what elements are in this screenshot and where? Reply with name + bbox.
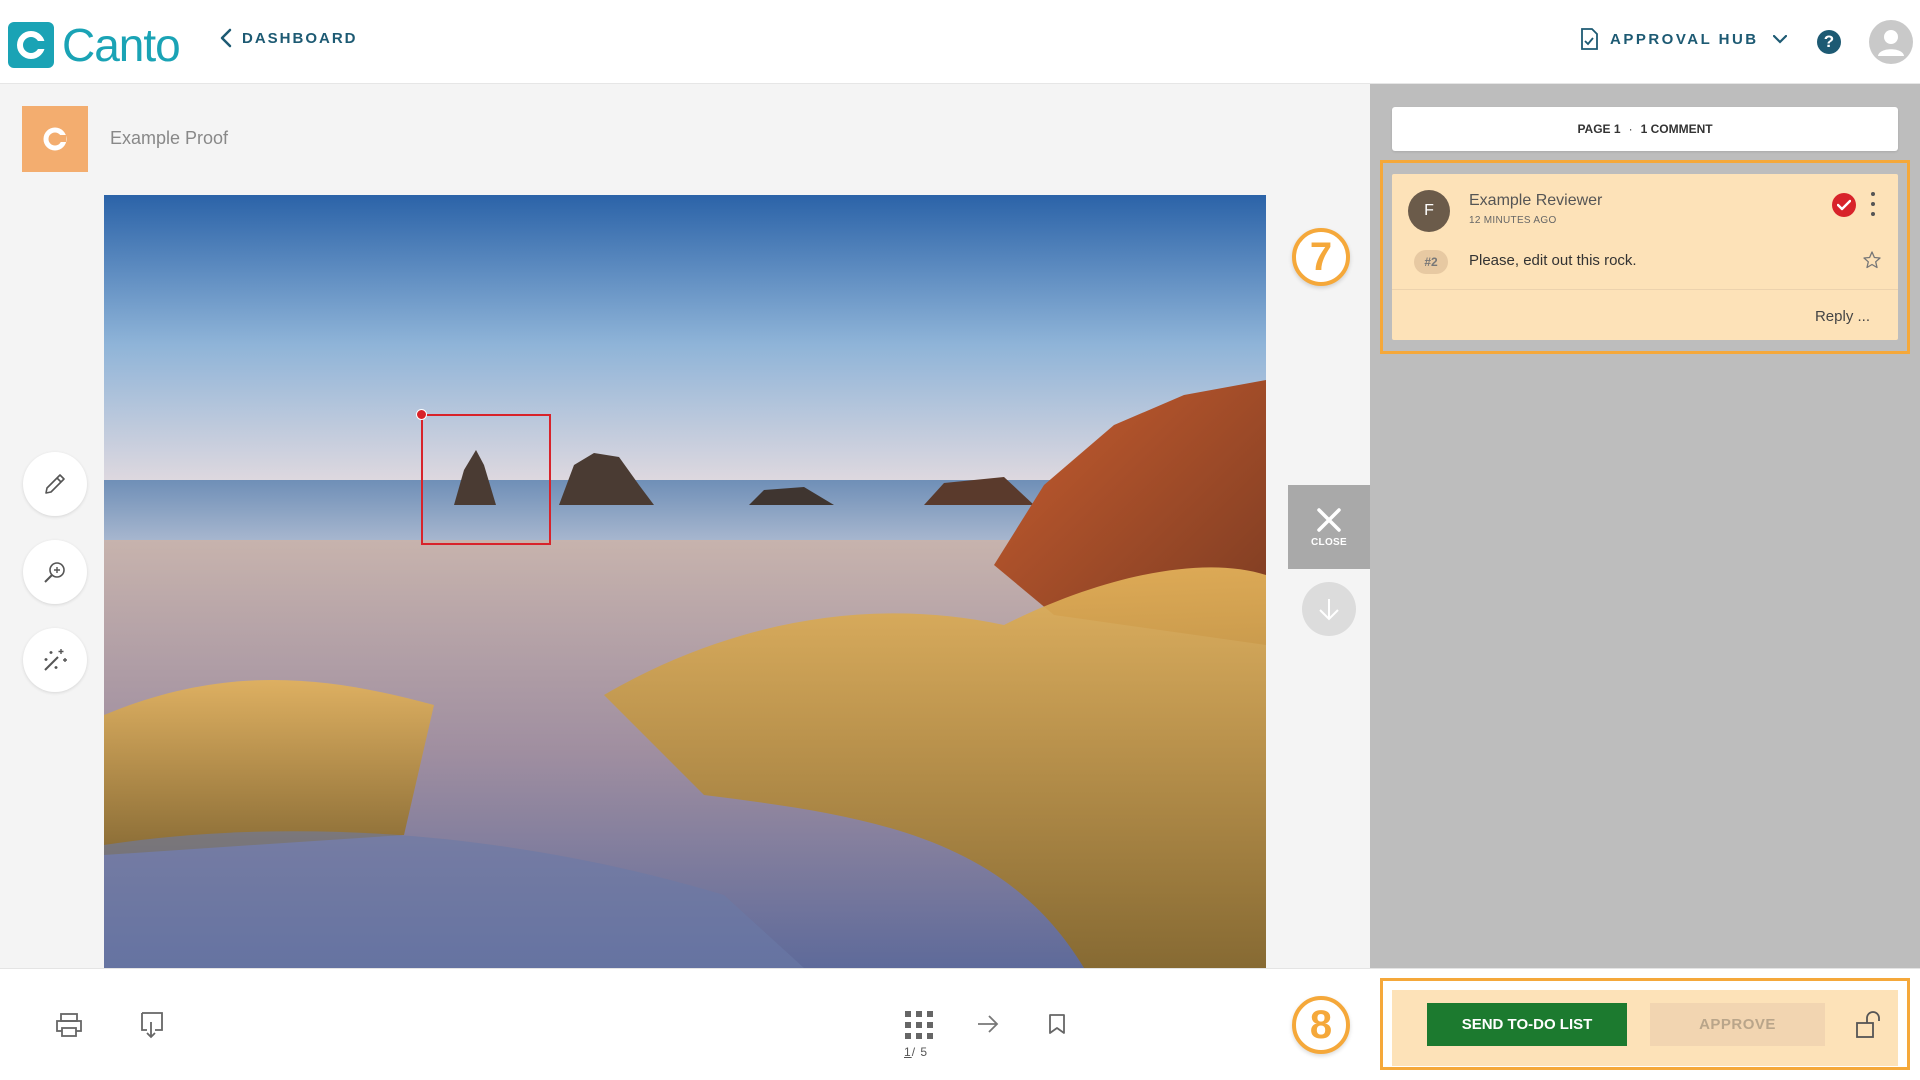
bookmark-icon[interactable]: [1048, 1013, 1066, 1040]
chevron-left-icon: [220, 28, 232, 48]
approval-hub-menu[interactable]: APPROVAL HUB: [1580, 28, 1787, 50]
page-total: / 5: [911, 1045, 929, 1059]
page-label: PAGE 1: [1577, 122, 1621, 136]
approval-hub-label: APPROVAL HUB: [1610, 30, 1759, 48]
annotation-pin[interactable]: [416, 409, 427, 420]
close-icon: [1317, 507, 1341, 532]
canto-mark-icon: [43, 127, 67, 151]
help-icon[interactable]: ?: [1817, 30, 1841, 54]
grid-view-icon[interactable]: [904, 1010, 934, 1045]
close-button[interactable]: CLOSE: [1288, 485, 1370, 569]
next-page-arrow-icon[interactable]: [976, 1014, 1000, 1039]
comment-count: 1 COMMENT: [1640, 122, 1713, 136]
canto-logo-icon: [8, 22, 54, 68]
comment-card[interactable]: F Example Reviewer 12 MINUTES AGO #2 Ple…: [1392, 174, 1898, 340]
reply-link[interactable]: Reply ...: [1815, 308, 1870, 325]
proof-title: Example Proof: [110, 128, 229, 148]
magic-wand-icon: [44, 649, 67, 671]
comment-number-badge: #2: [1414, 250, 1448, 274]
print-icon[interactable]: [55, 1012, 83, 1043]
close-label: CLOSE: [1311, 536, 1347, 548]
proof-image[interactable]: [104, 195, 1266, 968]
top-header: Canto DASHBOARD APPROVAL HUB ?: [0, 0, 1920, 84]
back-to-dashboard-link[interactable]: DASHBOARD: [220, 28, 358, 48]
unlock-icon[interactable]: [1855, 1010, 1883, 1045]
resolved-check-icon[interactable]: [1832, 193, 1856, 217]
proof-thumbnail: [22, 106, 88, 172]
scroll-down-button[interactable]: [1302, 582, 1356, 636]
arrow-down-icon: [1319, 599, 1339, 621]
callout-badge-7: 7: [1292, 228, 1350, 286]
comment-text: Please, edit out this rock.: [1469, 252, 1637, 269]
zoom-in-icon: [44, 562, 65, 583]
send-todo-list-button[interactable]: SEND TO-DO LIST: [1427, 1003, 1627, 1046]
magic-wand-tool-button[interactable]: [23, 628, 87, 692]
canto-logo[interactable]: Canto: [8, 18, 181, 72]
pencil-icon: [45, 474, 65, 494]
star-icon[interactable]: [1862, 250, 1882, 275]
back-label: DASHBOARD: [242, 29, 358, 47]
pencil-tool-button[interactable]: [23, 452, 87, 516]
comment-divider: [1392, 289, 1898, 290]
chevron-down-icon: [1772, 34, 1787, 44]
zoom-tool-button[interactable]: [23, 540, 87, 604]
annotation-box[interactable]: [421, 414, 551, 545]
comment-time: 12 MINUTES AGO: [1469, 215, 1557, 226]
logo-text: Canto: [62, 19, 181, 71]
download-comments-icon[interactable]: [139, 1010, 165, 1045]
page-current: 1: [904, 1045, 912, 1059]
callout-badge-8: 8: [1292, 996, 1350, 1054]
page-comment-header: PAGE 1 · 1 COMMENT: [1392, 107, 1898, 151]
reviewer-avatar: F: [1408, 190, 1450, 232]
page-indicator: 1/ 5: [904, 1045, 928, 1059]
separator: ·: [1628, 122, 1633, 136]
user-avatar-icon[interactable]: [1869, 20, 1913, 64]
more-options-icon[interactable]: [1867, 192, 1879, 216]
document-check-icon: [1581, 28, 1598, 50]
approve-button[interactable]: APPROVE: [1650, 1003, 1825, 1046]
comment-author: Example Reviewer: [1469, 192, 1603, 209]
